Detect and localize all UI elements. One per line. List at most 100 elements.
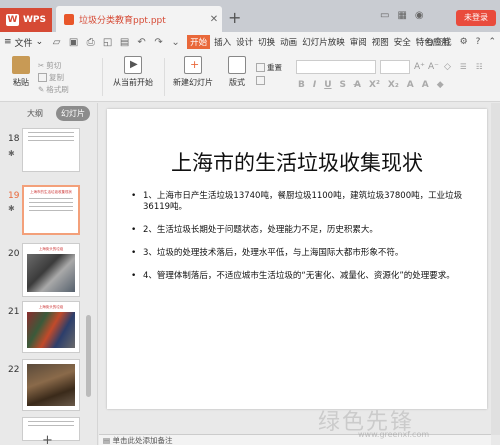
font-color-icon[interactable]: A xyxy=(422,80,429,90)
trash-photo xyxy=(27,364,75,406)
close-tab-icon[interactable]: ✕ xyxy=(206,14,222,25)
play-icon: ▶ xyxy=(124,56,142,74)
format-painter-button[interactable]: ✎ 格式刷 xyxy=(38,84,69,95)
print-preview-icon[interactable]: ◱ xyxy=(102,37,113,48)
new-slide-label: 新建幻灯片 xyxy=(173,78,213,87)
tab-design[interactable]: 设计 xyxy=(235,35,254,49)
paste-icon xyxy=(12,56,30,74)
font-size-select[interactable] xyxy=(380,60,410,74)
slide-bullets[interactable]: 1、上海市日产生活垃圾13740吨，餐厨垃圾1100吨，建筑垃圾37800吨，工… xyxy=(131,191,467,294)
current-slide[interactable]: 上海市的生活垃圾收集现状 1、上海市日产生活垃圾13740吨，餐厨垃圾1100吨… xyxy=(107,109,487,409)
tab-home[interactable]: 开始 xyxy=(187,35,211,49)
superscript-icon[interactable]: X² xyxy=(369,80,380,90)
tab-view[interactable]: 视图 xyxy=(371,35,390,49)
tab-insert[interactable]: 插入 xyxy=(213,35,232,49)
animation-star-icon: ✱ xyxy=(8,204,15,213)
font-shrink-icon[interactable]: A⁻ xyxy=(428,62,439,72)
chevron-down-icon: ⌄ xyxy=(35,37,44,47)
numbered-list-icon[interactable]: ☷ xyxy=(476,62,483,71)
thumb-line xyxy=(28,425,74,426)
play-from-current-button[interactable]: ▶ 从当前开始 xyxy=(108,56,158,88)
layout-icon[interactable]: ▭ xyxy=(380,10,389,21)
slide-thumbnail-18[interactable] xyxy=(22,128,80,172)
slide-thumbnail-19[interactable]: 上海市的生活垃圾收集现状 xyxy=(22,185,80,235)
panel-scrollbar[interactable] xyxy=(86,315,91,397)
reset-button[interactable]: 重置 xyxy=(256,62,282,73)
layout-button[interactable]: 版式 xyxy=(222,56,252,88)
skin-icon[interactable]: ◉ xyxy=(415,10,424,21)
list-icon[interactable]: ☰ xyxy=(460,62,467,71)
bullet-item: 3、垃圾的处理技术落后，处理水平低，与上海国际大都市形象不符。 xyxy=(131,248,467,259)
slide-number-current: 19 xyxy=(8,191,20,201)
char-spacing-icon[interactable]: A xyxy=(407,80,414,90)
bold-icon[interactable]: B xyxy=(298,80,305,90)
thumb-title: 上海街头的垃圾 xyxy=(38,305,64,309)
thumb-line xyxy=(28,140,74,141)
menu-bar: ≡ 文件 ⌄ ▱ ▣ ⎙ ◱ ▤ ↶ ↷ ⌄ 开始 插入 设计 切换 动画 幻灯… xyxy=(0,32,500,52)
slide-number: 18 xyxy=(8,134,20,144)
play-from-current-label: 从当前开始 xyxy=(113,78,153,87)
section-button[interactable] xyxy=(256,76,265,85)
print-icon[interactable]: ⎙ xyxy=(85,37,96,48)
help-icon[interactable]: ? xyxy=(476,37,481,47)
tab-outline[interactable]: 大纲 xyxy=(22,106,48,121)
tab-security[interactable]: 安全 xyxy=(393,35,412,49)
paste-label: 粘贴 xyxy=(13,78,29,87)
font-name-select[interactable] xyxy=(296,60,376,74)
highlight-icon[interactable]: ◆ xyxy=(437,80,444,90)
thumb-title: 上海街头的垃圾 xyxy=(38,247,64,251)
underline-icon[interactable]: U xyxy=(324,80,331,90)
clear-format-icon[interactable]: ◇ xyxy=(444,62,451,72)
open-folder-icon[interactable]: ▱ xyxy=(51,37,62,48)
section-icon xyxy=(256,76,265,85)
cut-button[interactable]: ✂ 剪切 xyxy=(38,60,61,71)
tab-slideshow[interactable]: 幻灯片放映 xyxy=(301,35,346,49)
new-slide-button[interactable]: + 新建幻灯片 xyxy=(170,56,216,88)
add-slide-icon[interactable]: + xyxy=(42,433,53,445)
wps-home-tab[interactable]: W WPS xyxy=(0,8,52,32)
tab-slides[interactable]: 幻灯片 xyxy=(56,106,90,121)
notes-pane[interactable]: ▤ 单击此处添加备注 xyxy=(99,434,491,445)
copy-button[interactable]: 复制 xyxy=(38,72,64,83)
redo-icon[interactable]: ↷ xyxy=(153,37,164,48)
slide-editor: 上海市的生活垃圾收集现状 1、上海市日产生活垃圾13740吨，餐厨垃圾1100吨… xyxy=(99,103,491,435)
grid-icon[interactable]: ▦ xyxy=(397,10,406,21)
file-menu[interactable]: ≡ 文件 ⌄ xyxy=(4,36,43,49)
slide-thumbnail-20[interactable]: 上海街头的垃圾 xyxy=(22,243,80,297)
more-icon[interactable]: ⌄ xyxy=(170,37,181,48)
login-button[interactable]: 未登录 xyxy=(456,10,496,26)
bullet-item: 4、管理体制落后，不适应城市生活垃圾的“无害化、减量化、资源化”的处理要求。 xyxy=(131,271,467,282)
tab-transitions[interactable]: 切换 xyxy=(257,35,276,49)
ppt-file-icon xyxy=(64,13,74,25)
trash-photo xyxy=(27,254,75,292)
italic-icon[interactable]: I xyxy=(313,80,316,90)
brush-icon: ✎ xyxy=(38,85,45,94)
undo-icon[interactable]: ↶ xyxy=(136,37,147,48)
collapse-icon[interactable]: ⌃ xyxy=(488,37,496,47)
slide-title[interactable]: 上海市的生活垃圾收集现状 xyxy=(107,147,487,177)
tab-review[interactable]: 审阅 xyxy=(349,35,368,49)
layout-grid-icon xyxy=(228,56,246,74)
cut-label: 剪切 xyxy=(46,61,62,70)
new-tab-icon[interactable]: + xyxy=(228,8,241,27)
thumb-line xyxy=(28,136,74,137)
save-icon[interactable]: ▣ xyxy=(68,37,79,48)
slide-thumbnail-21[interactable]: 上海街头的垃圾 xyxy=(22,301,80,353)
tab-animations[interactable]: 动画 xyxy=(279,35,298,49)
slide-thumbnail-22[interactable] xyxy=(22,359,80,411)
font-grow-icon[interactable]: A⁺ xyxy=(414,62,425,72)
document-tab[interactable]: 垃圾分类教育ppt.ppt ✕ xyxy=(56,6,222,32)
thumb-line xyxy=(29,202,73,203)
search-button[interactable]: Q查找 xyxy=(427,35,452,48)
settings-icon[interactable]: ⚙ xyxy=(460,37,468,47)
animation-star-icon: ✱ xyxy=(8,149,15,158)
editor-scrollbar[interactable] xyxy=(491,103,500,435)
paste-button[interactable]: 粘贴 xyxy=(6,56,36,88)
subscript-icon[interactable]: X₂ xyxy=(388,80,399,90)
ribbon: 粘贴 ✂ 剪切 复制 ✎ 格式刷 ▶ 从当前开始 + 新建幻灯片 版式 重置 A⁺ … xyxy=(0,52,500,102)
shadow-icon[interactable]: S xyxy=(340,80,346,90)
pdf-icon[interactable]: ▤ xyxy=(119,37,130,48)
copy-icon xyxy=(38,73,47,82)
menubar-right: Q查找 ⚙ ? ⌃ xyxy=(427,35,497,49)
strikethrough-icon[interactable]: A̶ xyxy=(354,80,361,90)
